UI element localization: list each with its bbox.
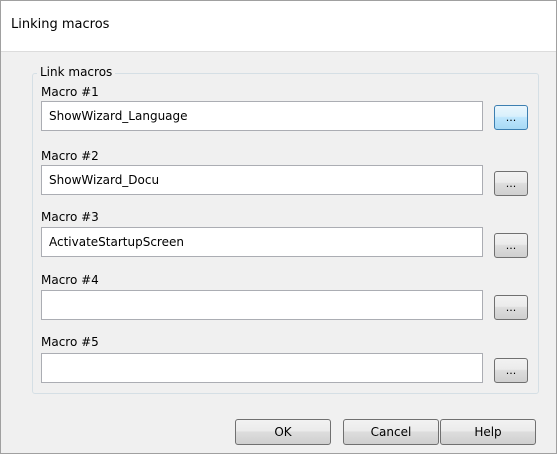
macro-4-browse-button[interactable]: ... xyxy=(494,295,528,320)
macro-2-browse-button[interactable]: ... xyxy=(494,171,528,196)
macro-3-browse-button[interactable]: ... xyxy=(494,233,528,258)
macro-4-label: Macro #4 xyxy=(41,273,99,287)
macro-5-label: Macro #5 xyxy=(41,335,99,349)
macro-1-label: Macro #1 xyxy=(41,85,99,99)
macro-3-label: Macro #3 xyxy=(41,210,99,224)
macro-1-browse-button[interactable]: ... xyxy=(494,105,528,130)
linking-macros-dialog: Linking macros Link macros Macro #1 ... … xyxy=(0,0,557,454)
help-button[interactable]: Help xyxy=(440,419,536,445)
macro-4-input[interactable] xyxy=(41,290,483,320)
macro-2-label: Macro #2 xyxy=(41,149,99,163)
macro-5-browse-button[interactable]: ... xyxy=(494,358,528,383)
macro-1-input[interactable] xyxy=(41,101,483,131)
macro-3-input[interactable] xyxy=(41,227,483,257)
cancel-button[interactable]: Cancel xyxy=(343,419,439,445)
macro-5-input[interactable] xyxy=(41,353,483,383)
ok-button[interactable]: OK xyxy=(235,419,331,445)
groupbox-label: Link macros xyxy=(37,65,116,79)
title-bar[interactable]: Linking macros xyxy=(1,1,556,52)
macro-2-input[interactable] xyxy=(41,165,483,195)
window-title: Linking macros xyxy=(11,17,110,32)
